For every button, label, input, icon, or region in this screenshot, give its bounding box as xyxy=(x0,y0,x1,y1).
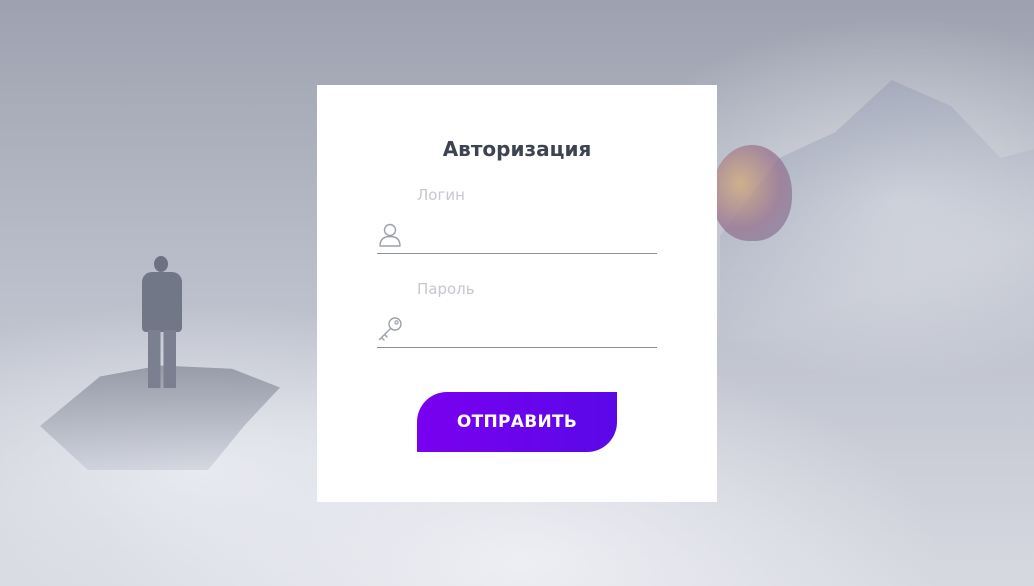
password-field xyxy=(377,307,657,348)
login-input[interactable] xyxy=(413,221,653,251)
submit-button[interactable]: ОТПРАВИТЬ xyxy=(417,392,617,452)
password-label: Пароль xyxy=(417,280,475,298)
hiker-head xyxy=(154,256,168,272)
hiker-legs xyxy=(148,330,176,388)
hiker-body xyxy=(142,272,182,332)
hiker-figure xyxy=(138,256,186,390)
login-field xyxy=(377,213,657,254)
hot-air-balloon xyxy=(712,145,792,241)
login-label: Логин xyxy=(417,186,465,204)
password-input[interactable] xyxy=(413,315,653,345)
login-card: Авторизация Логин Пароль ОТПРАВИТЬ xyxy=(317,85,717,502)
form-title: Авторизация xyxy=(442,137,592,161)
key-icon xyxy=(377,316,403,342)
user-icon xyxy=(377,222,403,248)
